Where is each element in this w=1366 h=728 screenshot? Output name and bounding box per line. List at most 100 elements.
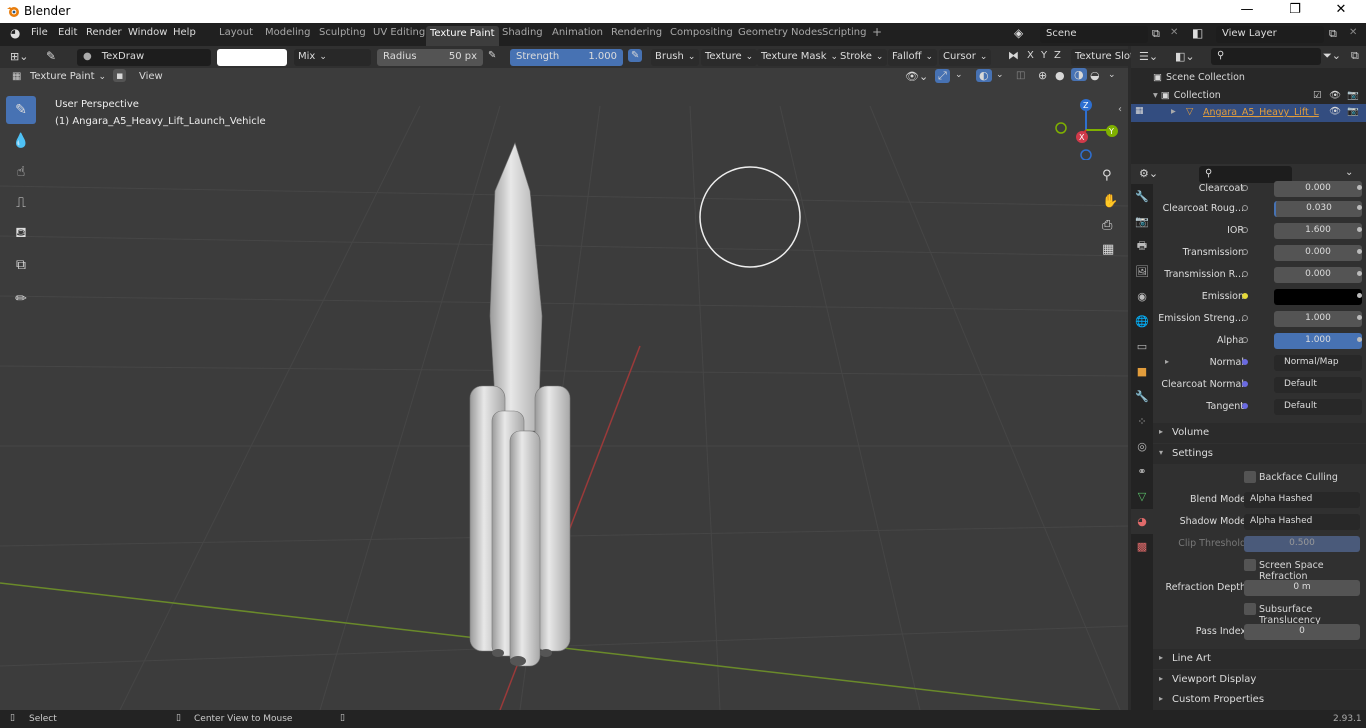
blend-mode-dropdown[interactable]: Mix [294, 49, 371, 66]
add-workspace-icon[interactable]: + [868, 25, 886, 39]
view-menu[interactable]: View [139, 71, 163, 82]
menu-edit[interactable]: Edit [58, 27, 77, 38]
display-mode-icon[interactable]: ◧⌄ [1175, 50, 1195, 63]
ior-field[interactable]: 1.600 [1274, 223, 1362, 239]
screen-space-refraction-row[interactable]: Screen Space Refraction [1153, 557, 1366, 582]
gizmo-dropdown-icon[interactable]: ⌄ [955, 70, 963, 80]
mirror-z-toggle[interactable]: Z [1054, 50, 1061, 61]
alpha-field[interactable]: 1.000 [1274, 333, 1362, 349]
visibility-icon[interactable]: 👁⌄ [905, 70, 928, 83]
transmission-roughness-field[interactable]: 0.000 [1274, 267, 1362, 283]
tab-rendering[interactable]: Rendering [607, 27, 666, 38]
strength-pressure-icon[interactable]: ✎ [628, 49, 643, 62]
texture-mask-menu[interactable]: Texture Mask [757, 49, 843, 66]
new-scene-icon[interactable]: ⧉ [1152, 27, 1160, 41]
line-art-section-header[interactable]: ▸ Line Art [1153, 649, 1366, 669]
tab-scripting[interactable]: Scripting [818, 27, 870, 38]
texture-tab-icon[interactable]: ▩ [1131, 534, 1153, 559]
cursor-menu[interactable]: Cursor [939, 49, 992, 66]
gizmo-toggle-icon[interactable]: ⤢ [935, 69, 950, 83]
radius-field[interactable]: Radius 50 px [377, 49, 483, 66]
ortho-grid-icon[interactable]: ▦ [1102, 242, 1114, 257]
volume-section-header[interactable]: ▸ Volume [1153, 423, 1366, 443]
tool-tab-icon[interactable]: 🔧 [1131, 184, 1153, 209]
clearcoat-normal-field[interactable]: Default [1274, 377, 1362, 393]
emission-color-field[interactable] [1274, 289, 1362, 305]
shading-solid-icon[interactable]: ● [1055, 69, 1065, 82]
object-tab-icon[interactable]: ■ [1131, 359, 1153, 384]
outliner-search-input[interactable]: ⚲ [1211, 48, 1321, 65]
object-row[interactable]: ▦ ▸ ▽ Angara_A5_Heavy_Lift_L 👁 📷 [1131, 104, 1366, 122]
emission-strength-field[interactable]: 1.000 [1274, 311, 1362, 327]
normal-link-field[interactable]: Normal/Map [1274, 355, 1362, 371]
brush-color-swatch[interactable] [217, 49, 287, 66]
clip-threshold-field[interactable]: 0.500 [1244, 536, 1360, 552]
view-layer-field[interactable]: View Layer [1216, 26, 1324, 43]
custom-properties-section-header[interactable]: ▸ Custom Properties [1153, 690, 1366, 710]
tab-uv-editing[interactable]: UV Editing [369, 27, 429, 38]
strength-field[interactable]: Strength 1.000 [510, 49, 623, 66]
delete-view-layer-icon[interactable]: ✕ [1349, 27, 1357, 38]
tab-geometry-nodes[interactable]: Geometry Nodes [734, 27, 826, 38]
soften-tool-icon[interactable]: 💧 [6, 127, 36, 155]
new-collection-icon[interactable]: ⧉ [1351, 49, 1359, 63]
tab-animation[interactable]: Animation [548, 27, 607, 38]
physics-tab-icon[interactable]: ◎ [1131, 434, 1153, 459]
output-tab-icon[interactable]: 🖶 [1131, 234, 1153, 259]
clearcoat-roughness-field[interactable]: 0.030 [1274, 201, 1362, 217]
collection-tab-icon[interactable]: ▭ [1131, 334, 1153, 359]
minimize-button[interactable]: — [1232, 2, 1262, 17]
texture-menu[interactable]: Texture [701, 49, 758, 66]
data-tab-icon[interactable]: ▽ [1131, 484, 1153, 509]
render-camera-icon[interactable]: 📷 [1347, 106, 1359, 117]
sidebar-toggle-icon[interactable]: ‹ [1118, 104, 1122, 115]
shading-rendered-icon[interactable]: ◒ [1090, 69, 1100, 82]
smear-tool-icon[interactable]: ☝ [6, 158, 36, 186]
mode-dropdown[interactable]: Texture Paint [26, 69, 106, 86]
transmission-field[interactable]: 0.000 [1274, 245, 1362, 261]
menu-window[interactable]: Window [128, 27, 167, 38]
menu-help[interactable]: Help [173, 27, 196, 38]
clone-tool-icon[interactable]: ⎍ [6, 189, 36, 217]
symmetry-icon[interactable]: ⧓ [1008, 49, 1019, 62]
properties-editor-icon[interactable]: ⚙⌄ [1139, 167, 1158, 180]
subsurface-translucency-row[interactable]: Subsurface Translucency [1153, 601, 1366, 626]
shading-dropdown-icon[interactable]: ⌄ [1108, 70, 1116, 80]
render-camera-icon[interactable]: 📷 [1347, 90, 1359, 101]
material-tab-icon[interactable]: ◕ [1131, 509, 1153, 534]
modifier-tab-icon[interactable]: 🔧 [1131, 384, 1153, 409]
eye-icon[interactable]: 👁 [1329, 90, 1341, 101]
viewport-display-section-header[interactable]: ▸ Viewport Display [1153, 670, 1366, 690]
fill-tool-icon[interactable]: ⛾ [6, 220, 36, 248]
render-tab-icon[interactable]: 📷 [1131, 209, 1153, 234]
scene-field[interactable]: Scene [1040, 26, 1148, 43]
scene-tab-icon[interactable]: ◉ [1131, 284, 1153, 309]
pass-index-field[interactable]: 0 [1244, 624, 1360, 640]
texture-slot-toggle-icon[interactable]: ▪ [113, 69, 127, 82]
radius-pressure-icon[interactable]: ✎ [488, 50, 496, 61]
close-button[interactable]: ✕ [1326, 2, 1356, 17]
view-layer-icon[interactable]: ◧ [1192, 26, 1203, 40]
properties-options-icon[interactable]: ⌄ [1345, 167, 1353, 178]
mirror-x-toggle[interactable]: X [1027, 50, 1034, 61]
menu-file[interactable]: File [31, 27, 48, 38]
scene-icon[interactable]: ◈ [1014, 26, 1023, 40]
tab-texture-paint[interactable]: Texture Paint [426, 26, 499, 46]
xray-icon[interactable]: ◫ [1016, 70, 1025, 81]
navigation-gizmo[interactable]: Z Y X [1050, 98, 1125, 161]
backface-culling-row[interactable]: Backface Culling [1153, 469, 1366, 487]
exclude-checkbox[interactable]: ☑ [1313, 90, 1322, 101]
mirror-y-toggle[interactable]: Y [1041, 50, 1047, 61]
new-view-layer-icon[interactable]: ⧉ [1329, 27, 1337, 41]
backface-culling-checkbox[interactable] [1244, 471, 1256, 483]
brush-name-field[interactable]: ● TexDraw [77, 49, 211, 66]
tangent-field[interactable]: Default [1274, 399, 1362, 415]
blender-menu-icon[interactable]: ◕ [10, 26, 20, 40]
eye-icon[interactable]: 👁 [1329, 106, 1341, 117]
blend-mode-dropdown[interactable]: Alpha Hashed [1244, 492, 1360, 508]
particles-tab-icon[interactable]: ⁘ [1131, 409, 1153, 434]
subsurface-translucency-checkbox[interactable] [1244, 603, 1256, 615]
camera-view-icon[interactable]: ⎙ [1102, 218, 1112, 233]
scene-collection-row[interactable]: ▣ Scene Collection [1153, 72, 1245, 83]
brush-tool-icon[interactable]: ✎ [46, 49, 56, 63]
